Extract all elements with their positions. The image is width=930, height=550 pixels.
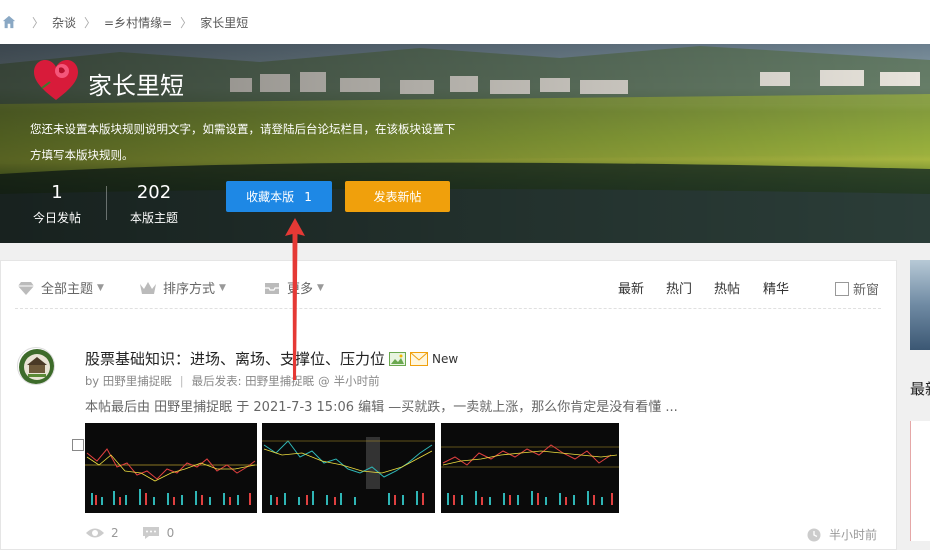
thread-author[interactable]: by 田野里捕捉眠 (85, 373, 172, 389)
thread-title-row: 股票基础知识：进场、离场、支撑位、压力位 New (85, 348, 458, 369)
divider (15, 308, 881, 309)
thread-stats: 2 0 (85, 526, 174, 540)
tab-latest[interactable]: 最新 (618, 278, 644, 297)
forum-banner: 家长里短 您还未设置本版块规则说明文字，如需设置，请登陆后台论坛栏目，在该板块设… (0, 44, 930, 243)
tab-popular[interactable]: 热门 (666, 278, 692, 297)
breadcrumb: 〉 杂谈 〉 =乡村情缘= 〉 家长里短 (0, 0, 930, 44)
caret-down-icon: ▼ (219, 282, 226, 293)
favorite-label: 收藏本版 (246, 190, 295, 204)
home-icon[interactable] (2, 15, 16, 29)
stat-divider (106, 186, 107, 220)
stat-label: 本版主题 (129, 211, 178, 225)
breadcrumb-item-zatan[interactable]: 杂谈 (52, 14, 76, 31)
tab-digest[interactable]: 精华 (763, 278, 789, 297)
avatar[interactable] (17, 347, 55, 385)
thread-thumbnail-3[interactable] (441, 423, 619, 513)
thread-list-panel: 全部主题 ▼ 排序方式 ▼ 更多 ▼ 最新 热门 热帖 精华 新窗 股票基础知识… (0, 260, 897, 550)
last-post-time: 半小时前 (333, 374, 380, 388)
diamond-icon (18, 281, 34, 295)
meta-separator: | (179, 374, 184, 388)
new-window-label: 新窗 (853, 283, 880, 298)
breadcrumb-separator: 〉 (32, 15, 45, 30)
filter-label: 全部主题 (41, 282, 94, 297)
thread-thumbnail-1[interactable] (85, 423, 257, 513)
reply-count: 0 (166, 526, 175, 540)
thread-time-text: 半小时前 (829, 528, 878, 542)
new-badge: New (432, 351, 459, 366)
red-arrow-annotation (285, 218, 305, 380)
last-post-at: @ (318, 374, 330, 388)
filter-bar: 全部主题 ▼ 排序方式 ▼ 更多 ▼ 最新 热门 热帖 精华 新窗 (1, 261, 896, 309)
filter-all-threads[interactable]: 全部主题 ▼ (17, 278, 104, 297)
image-attachment-icon (389, 351, 407, 366)
filter-sort[interactable]: 排序方式 ▼ (139, 278, 226, 297)
breadcrumb-item-current[interactable]: 家长里短 (200, 14, 248, 31)
view-count: 2 (111, 526, 119, 540)
caret-down-icon: ▼ (317, 282, 324, 293)
favorite-count: 1 (304, 189, 312, 204)
thread-time: 半小时前 (807, 526, 877, 543)
new-window-toggle[interactable]: 新窗 (835, 279, 879, 298)
new-thread-button[interactable]: 发表新帖 (345, 181, 450, 212)
envelope-icon (410, 351, 429, 366)
thread-meta: by 田野里捕捉眠 | 最后发表: 田野里捕捉眠 @ 半小时前 (85, 373, 380, 389)
clock-icon (807, 528, 821, 541)
breadcrumb-item-xiangcun[interactable]: =乡村情缘= (104, 14, 172, 31)
sidebar-card (910, 421, 930, 541)
stock-chart-thumbnail (262, 437, 435, 505)
breadcrumb-separator: 〉 (84, 15, 97, 30)
stat-today-posts: 1 今日发帖 (28, 182, 86, 226)
stock-chart-thumbnail (85, 448, 257, 505)
stock-chart-thumbnail (441, 444, 619, 505)
stat-label: 今日发帖 (32, 211, 81, 225)
comment-icon (142, 527, 159, 539)
crown-icon (140, 281, 156, 294)
thread-excerpt[interactable]: 本帖最后由 田野里捕捉眠 于 2021-7-3 15:06 编辑 —买就跌，一卖… (85, 396, 678, 415)
inbox-icon (265, 282, 279, 294)
favorite-forum-button[interactable]: 收藏本版 1 (226, 181, 332, 212)
sidebar-image[interactable] (910, 260, 930, 350)
filter-label: 排序方式 (163, 282, 216, 297)
forum-title: 家长里短 (88, 72, 184, 100)
heart-rose-icon (34, 60, 78, 100)
sidebar-title: 最新 (910, 380, 930, 398)
new-window-checkbox[interactable] (835, 281, 849, 296)
thread-title-link[interactable]: 股票基础知识：进场、离场、支撑位、压力位 (85, 348, 385, 369)
avatar-image (19, 349, 54, 384)
stat-total-threads: 202 本版主题 (122, 182, 186, 226)
stat-value: 1 (51, 182, 63, 203)
forum-rules: 您还未设置本版块规则说明文字，如需设置，请登陆后台论坛栏目，在该板块设置下方填写… (30, 122, 456, 162)
stat-value: 202 (136, 182, 172, 203)
thread-select-checkbox[interactable] (72, 439, 84, 451)
thread-thumbnail-2[interactable] (262, 423, 435, 513)
breadcrumb-separator: 〉 (180, 15, 193, 30)
tab-hot[interactable]: 热帖 (714, 278, 740, 297)
eye-icon (86, 528, 104, 538)
caret-down-icon: ▼ (97, 282, 104, 293)
